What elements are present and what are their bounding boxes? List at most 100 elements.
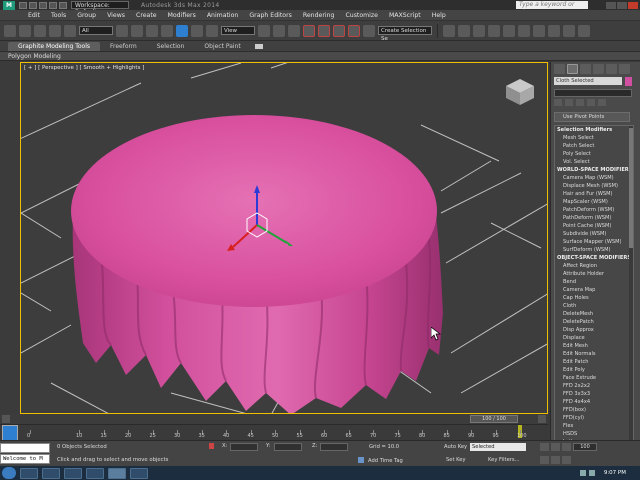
zoom-all-icon[interactable] bbox=[551, 456, 560, 464]
keyboard-shortcut-icon[interactable] bbox=[288, 24, 300, 37]
menu-maxscript[interactable]: MAXScript bbox=[389, 12, 421, 19]
perspective-viewport[interactable]: [ + ] [ Perspective ] [ Smooth + Highlig… bbox=[20, 62, 548, 414]
menu-customize[interactable]: Customize bbox=[345, 12, 377, 19]
open-file-icon[interactable] bbox=[29, 1, 37, 9]
window-crossing-icon[interactable] bbox=[161, 24, 173, 37]
modifier-list-item[interactable]: Point Cache (WSM) bbox=[555, 222, 633, 230]
modify-tab-icon[interactable] bbox=[567, 63, 578, 74]
taskbar-app-browser-icon[interactable] bbox=[42, 467, 60, 479]
tab-object-paint[interactable]: Object Paint bbox=[194, 42, 250, 51]
angle-snap-icon[interactable] bbox=[318, 24, 330, 37]
object-name-field[interactable]: Cloth Selected bbox=[554, 77, 622, 85]
pan-icon[interactable] bbox=[562, 456, 571, 464]
mirror-icon[interactable] bbox=[443, 24, 455, 37]
curve-editor-icon[interactable] bbox=[503, 24, 515, 37]
modifier-list-item[interactable]: FFD(cyl) bbox=[555, 414, 633, 422]
modifier-list-item[interactable]: Cloth bbox=[555, 302, 633, 310]
remove-modifier-icon[interactable] bbox=[587, 99, 595, 106]
menu-tools[interactable]: Tools bbox=[51, 12, 66, 19]
select-by-name-icon[interactable] bbox=[131, 24, 143, 37]
key-mode-dropdown[interactable]: Selected bbox=[470, 443, 526, 451]
unlink-icon[interactable] bbox=[49, 24, 61, 37]
add-time-tag[interactable]: Add Time Tag bbox=[358, 457, 403, 464]
modifier-list-item[interactable]: Hair and Fur (WSM) bbox=[555, 190, 633, 198]
z-coordinate-field[interactable] bbox=[320, 443, 348, 451]
link-icon[interactable] bbox=[34, 24, 46, 37]
mini-curve-editor-icon[interactable] bbox=[2, 425, 18, 441]
modifier-list-item[interactable]: Affect Region bbox=[555, 262, 633, 270]
start-button[interactable] bbox=[2, 467, 16, 479]
hierarchy-tab-icon[interactable] bbox=[580, 63, 591, 74]
named-selection-dropdown[interactable]: Create Selection Se bbox=[378, 26, 432, 42]
make-unique-icon[interactable] bbox=[576, 99, 584, 106]
modifier-list-item[interactable]: PatchDeform (WSM) bbox=[555, 206, 633, 214]
menu-group[interactable]: Group bbox=[77, 12, 96, 19]
new-file-icon[interactable] bbox=[19, 1, 27, 9]
select-and-manipulate-icon[interactable] bbox=[273, 24, 285, 37]
modifier-list-item[interactable]: Bend bbox=[555, 278, 633, 286]
snaps-toggle-icon[interactable] bbox=[303, 24, 315, 37]
current-frame-field[interactable]: 100 bbox=[573, 443, 597, 451]
set-key-button[interactable]: Set Key bbox=[446, 457, 466, 463]
track-bar[interactable]: 0 10 15 20 25 30 35 40 45 50 55 60 65 70 75 80 85 90 95 100 bbox=[0, 424, 548, 441]
modifier-list-item[interactable]: Surface Mapper (WSM) bbox=[555, 238, 633, 246]
tab-freeform[interactable]: Freeform bbox=[100, 42, 147, 51]
x-coordinate-field[interactable] bbox=[230, 443, 258, 451]
modifier-list-item[interactable]: Mesh Select bbox=[555, 134, 633, 142]
modifier-list[interactable]: Selection Modifiers Mesh Select Patch Sele… bbox=[554, 125, 634, 441]
time-slider-prev-icon[interactable] bbox=[2, 415, 10, 423]
configure-sets-icon[interactable] bbox=[598, 99, 606, 106]
layer-manager-icon[interactable] bbox=[473, 24, 485, 37]
modifier-list-item[interactable]: Patch Select bbox=[555, 142, 633, 150]
edit-named-selection-icon[interactable] bbox=[363, 24, 375, 37]
auto-key-button[interactable]: Auto Key bbox=[444, 444, 467, 450]
graphite-toggle-icon[interactable] bbox=[488, 24, 500, 37]
schematic-view-icon[interactable] bbox=[518, 24, 530, 37]
play-icon[interactable] bbox=[562, 443, 571, 451]
align-icon[interactable] bbox=[458, 24, 470, 37]
tab-graphite-modeling-tools[interactable]: Graphite Modeling Tools bbox=[8, 41, 101, 51]
modifier-list-item[interactable]: Poly Select bbox=[555, 150, 633, 158]
time-slider[interactable]: 100 / 100 bbox=[0, 414, 548, 424]
zoom-icon[interactable] bbox=[540, 456, 549, 464]
modifier-list-item[interactable]: Cap Holes bbox=[555, 294, 633, 302]
show-end-result-icon[interactable] bbox=[565, 99, 573, 106]
menu-animation[interactable]: Animation bbox=[207, 12, 239, 19]
y-coordinate-field[interactable] bbox=[274, 443, 302, 451]
previous-frame-icon[interactable] bbox=[551, 443, 560, 451]
spinner-snap-icon[interactable] bbox=[348, 24, 360, 37]
selection-lock-icon[interactable] bbox=[209, 443, 214, 449]
use-pivot-points-button[interactable]: Use Pivot Points bbox=[554, 112, 630, 122]
modifier-list-item[interactable]: FFD 2x2x2 bbox=[555, 382, 633, 390]
rectangular-selection-icon[interactable] bbox=[146, 24, 158, 37]
motion-tab-icon[interactable] bbox=[593, 63, 604, 74]
volume-icon[interactable] bbox=[588, 470, 595, 476]
selection-filter-dropdown[interactable]: All bbox=[79, 26, 113, 35]
modifier-list-item[interactable]: Edit Mesh bbox=[555, 342, 633, 350]
menu-help[interactable]: Help bbox=[432, 12, 446, 19]
minimize-button[interactable] bbox=[606, 1, 616, 9]
menu-rendering[interactable]: Rendering bbox=[303, 12, 335, 19]
modifier-list-item[interactable]: Edit Patch bbox=[555, 358, 633, 366]
modifier-list-item[interactable]: MapScaler (WSM) bbox=[555, 198, 633, 206]
select-and-rotate-icon[interactable] bbox=[191, 24, 203, 37]
modifier-list-item[interactable]: Flex bbox=[555, 422, 633, 430]
display-tab-icon[interactable] bbox=[606, 63, 617, 74]
rendered-frame-icon[interactable] bbox=[563, 24, 575, 37]
percent-snap-icon[interactable] bbox=[333, 24, 345, 37]
app-logo-icon[interactable]: M bbox=[3, 0, 15, 10]
modifier-list-item[interactable]: Edit Normals bbox=[555, 350, 633, 358]
modifier-list-item[interactable]: Edit Poly bbox=[555, 366, 633, 374]
modifier-list-item[interactable]: Attribute Holder bbox=[555, 270, 633, 278]
modifier-list-scrollbar[interactable] bbox=[629, 126, 633, 440]
pin-stack-icon[interactable] bbox=[554, 99, 562, 106]
modifier-list-item[interactable]: Disp Approx bbox=[555, 326, 633, 334]
pivot-center-icon[interactable] bbox=[258, 24, 270, 37]
menu-create[interactable]: Create bbox=[136, 12, 157, 19]
time-slider-thumb[interactable]: 100 / 100 bbox=[470, 415, 518, 423]
modifier-list-dropdown[interactable] bbox=[554, 89, 632, 97]
object-color-swatch[interactable] bbox=[625, 76, 632, 86]
modifier-list-item[interactable]: PathDeform (WSM) bbox=[555, 214, 633, 222]
modifier-list-item[interactable]: Vol. Select bbox=[555, 158, 633, 166]
menu-views[interactable]: Views bbox=[107, 12, 125, 19]
